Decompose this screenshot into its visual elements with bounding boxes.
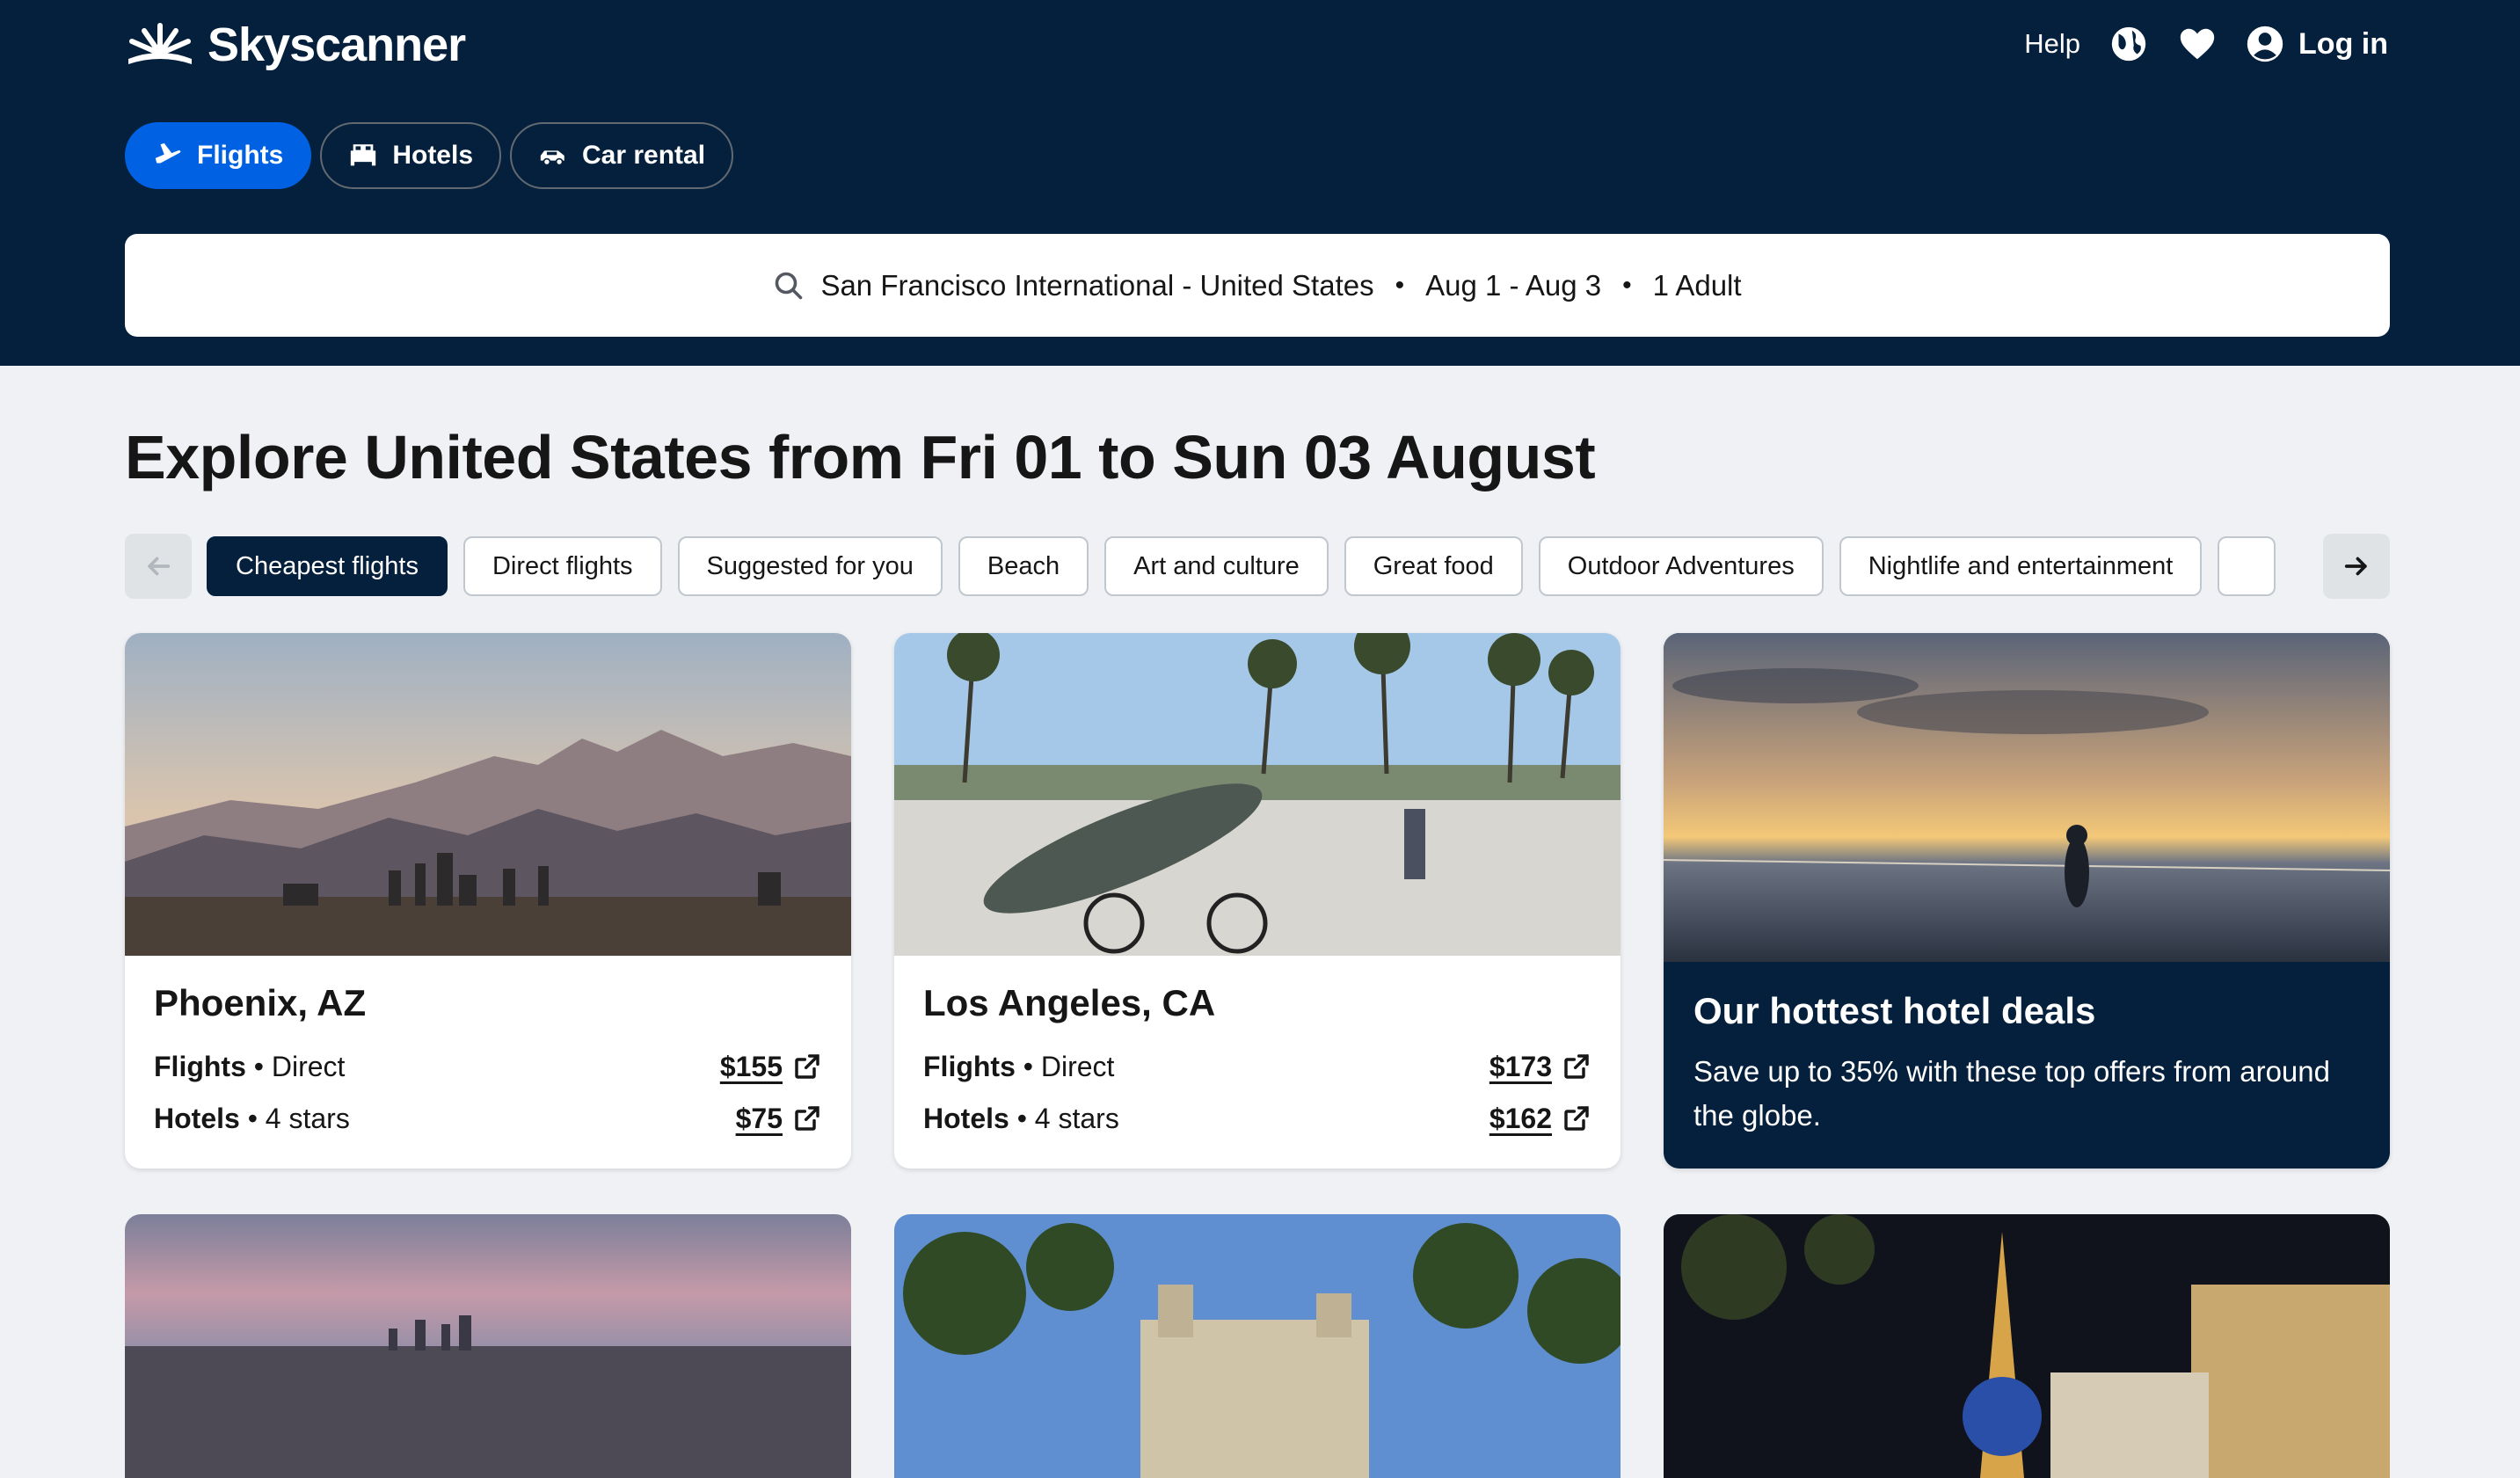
car-icon	[540, 150, 564, 166]
external-link-icon	[1564, 1106, 1589, 1131]
brand-name: Skyscanner	[208, 18, 466, 71]
flights-label: Flights	[154, 1050, 246, 1082]
tab-flights[interactable]: Flights	[125, 122, 312, 189]
chip-beach[interactable]: Beach	[958, 536, 1089, 596]
category-filter-bar: Cheapest flights Direct flights Suggeste…	[125, 534, 2390, 599]
chip-suggested-for-you[interactable]: Suggested for you	[677, 536, 943, 596]
destination-card-phoenix[interactable]: Phoenix, AZ Flights • Direct $155 Hotels…	[125, 633, 851, 1169]
promo-description: Save up to 35% with these top offers fro…	[1693, 1055, 2330, 1132]
hotels-row: Hotels • 4 stars $75	[154, 1101, 821, 1136]
flights-row: Flights • Direct $155	[154, 1049, 821, 1084]
search-icon	[776, 272, 803, 299]
flights-label: Flights	[923, 1050, 1016, 1082]
flights-price-link[interactable]: $155	[720, 1051, 821, 1083]
las-vegas-night-image	[1664, 1214, 2390, 1478]
site-header: Skyscanner Help Log in Flights Hotels Ca…	[0, 0, 2520, 366]
hotels-price: $162	[1489, 1102, 1552, 1134]
chip-cheapest-flights[interactable]: Cheapest flights	[207, 536, 448, 596]
tab-hotels[interactable]: Hotels	[320, 122, 502, 189]
login-button[interactable]: Log in	[2246, 25, 2388, 63]
chip-art-and-culture[interactable]: Art and culture	[1104, 536, 1329, 596]
destination-card-city-skyline[interactable]	[125, 1214, 851, 1478]
hotels-row: Hotels • 4 stars $162	[923, 1101, 1591, 1136]
search-travellers: 1 Adult	[1652, 268, 1742, 302]
destination-city: Phoenix, AZ	[154, 982, 367, 1023]
promo-title: Our hottest hotel deals	[1693, 990, 2096, 1031]
skyscanner-logo[interactable]: Skyscanner	[125, 18, 466, 72]
hotels-detail: 4 stars	[265, 1102, 350, 1134]
chip-great-food[interactable]: Great food	[1344, 536, 1523, 596]
external-link-icon	[795, 1106, 819, 1131]
scroll-right-button[interactable]	[2323, 534, 2390, 599]
hotels-label: Hotels	[923, 1102, 1009, 1134]
flights-price: $155	[719, 1050, 783, 1082]
city-skyline-dusk-image	[125, 1214, 851, 1478]
separator-dot: •	[1395, 270, 1405, 300]
external-link-icon	[795, 1054, 819, 1079]
search-dates: Aug 1 - Aug 3	[1425, 268, 1602, 302]
hotels-label: Hotels	[154, 1102, 240, 1134]
arrow-left-icon	[148, 557, 171, 576]
hotels-price-link[interactable]: $75	[736, 1103, 821, 1135]
page-title: Explore United States from Fri 01 to Sun…	[125, 423, 1596, 491]
destination-card-spanish-architecture[interactable]	[894, 1214, 1621, 1478]
flights-price-link[interactable]: $173	[1489, 1051, 1591, 1083]
help-link[interactable]: Help	[2024, 28, 2080, 60]
globe-icon[interactable]	[2108, 24, 2149, 64]
chip-direct-flights[interactable]: Direct flights	[462, 536, 662, 596]
tab-car-rental[interactable]: Car rental	[510, 122, 734, 189]
tab-hotels-label: Hotels	[392, 141, 474, 170]
search-summary-bar[interactable]: San Francisco International - United Sta…	[125, 234, 2390, 337]
flights-detail: Direct	[271, 1050, 346, 1082]
scroll-left-button[interactable]	[125, 534, 192, 599]
arrow-right-icon	[2344, 557, 2367, 576]
product-tabs: Flights Hotels Car rental	[125, 122, 734, 189]
user-icon	[2247, 25, 2283, 62]
chip-nightlife-and-entertainment[interactable]: Nightlife and entertainment	[1839, 536, 2203, 596]
hotels-price-link[interactable]: $162	[1489, 1103, 1591, 1135]
hotels-detail: 4 stars	[1034, 1102, 1119, 1134]
los-angeles-beach-image	[894, 633, 1621, 956]
infinity-pool-sunset-image	[1664, 633, 2390, 962]
destination-city: Los Angeles, CA	[923, 982, 1216, 1023]
tab-car-rental-label: Car rental	[582, 141, 706, 170]
destination-card-las-vegas[interactable]	[1664, 1214, 2390, 1478]
palm-trees-building-image	[894, 1214, 1621, 1478]
heart-icon[interactable]	[2177, 24, 2218, 64]
separator-dot: •	[1622, 270, 1632, 300]
search-origin: San Francisco International - United Sta…	[820, 268, 1374, 302]
flights-row: Flights • Direct $173	[923, 1049, 1591, 1084]
bed-icon	[351, 144, 376, 166]
chip-outdoor-adventures[interactable]: Outdoor Adventures	[1538, 536, 1824, 596]
plane-icon	[155, 142, 181, 164]
sunburst-logo-icon	[128, 23, 192, 64]
login-label: Log in	[2298, 26, 2388, 61]
hotels-price: $75	[735, 1102, 783, 1134]
external-link-icon	[1564, 1054, 1589, 1079]
flights-detail: Direct	[1040, 1050, 1115, 1082]
tab-flights-label: Flights	[197, 141, 284, 170]
flights-price: $173	[1489, 1050, 1552, 1082]
filter-chips: Cheapest flights Direct flights Suggeste…	[207, 536, 2292, 596]
phoenix-skyline-image	[125, 633, 851, 956]
chip-partially-visible[interactable]	[2218, 536, 2276, 596]
top-navigation: Help Log in	[2024, 19, 2388, 69]
destination-card-los-angeles[interactable]: Los Angeles, CA Flights • Direct $173 Ho…	[894, 633, 1621, 1169]
hotel-deals-promo-card[interactable]: Our hottest hotel deals Save up to 35% w…	[1664, 633, 2390, 1169]
